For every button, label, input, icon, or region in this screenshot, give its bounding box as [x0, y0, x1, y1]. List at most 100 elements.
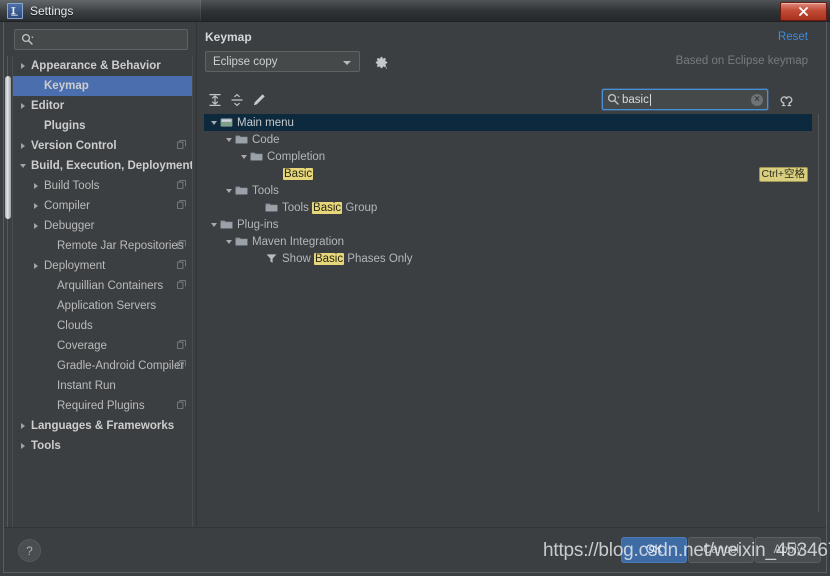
sidebar-item-label: Editor — [31, 100, 65, 112]
sidebar-item-version-control[interactable]: Version Control — [13, 136, 192, 156]
sidebar-item-label: Appearance & Behavior — [31, 60, 161, 72]
sidebar-item-tools[interactable]: Tools — [13, 436, 192, 456]
sidebar-item-clouds[interactable]: Clouds — [13, 316, 192, 336]
expand-all-button[interactable] — [205, 90, 225, 110]
dialog-content: Appearance & Behavior Keymap Editor Plugins… — [3, 22, 827, 573]
keymap-tree-row[interactable]: Basic Ctrl+空格 — [204, 165, 812, 182]
project-scope-icon — [177, 360, 186, 369]
sidebar-item-languages-frameworks[interactable]: Languages & Frameworks — [13, 416, 192, 436]
sidebar-item-required-plugins[interactable]: Required Plugins — [13, 396, 192, 416]
chevron-down-icon[interactable] — [223, 185, 235, 197]
sidebar-item-appearance-behavior[interactable]: Appearance & Behavior — [13, 56, 192, 76]
keymap-dropdown-value: Eclipse copy — [213, 55, 278, 68]
chevron-right-icon[interactable] — [30, 261, 41, 272]
sidebar-search-input[interactable] — [37, 32, 171, 47]
sidebar-item-build-execution-deployment[interactable]: Build, Execution, Deployment — [13, 156, 192, 176]
sidebar-item-application-servers[interactable]: Application Servers — [13, 296, 192, 316]
sidebar-item-arquillian-containers[interactable]: Arquillian Containers — [13, 276, 192, 296]
find-by-shortcut-button[interactable] — [776, 90, 796, 110]
main-menu-icon — [220, 117, 234, 129]
chevron-right-icon[interactable] — [30, 221, 41, 232]
keymap-tree-row-label: Main menu — [237, 116, 294, 129]
chevron-down-icon[interactable] — [208, 117, 220, 129]
keymap-tree-row-label: Basic — [283, 167, 314, 180]
chevron-right-icon[interactable] — [17, 101, 28, 112]
reset-link[interactable]: Reset — [778, 31, 808, 43]
chevron-right-icon[interactable] — [30, 181, 41, 192]
keymap-toolbar: basic × — [200, 86, 826, 114]
close-icon — [799, 7, 808, 16]
search-icon — [607, 93, 620, 106]
dialog-footer: ? OK Cancel Apply — [4, 527, 826, 572]
chevron-right-icon[interactable] — [30, 201, 41, 212]
chevron-right-icon[interactable] — [17, 141, 28, 152]
filter-icon — [265, 253, 279, 265]
sidebar-item-debugger[interactable]: Debugger — [13, 216, 192, 236]
close-button[interactable] — [780, 2, 827, 21]
keymap-tree-row[interactable]: Completion — [204, 148, 812, 165]
expand-all-icon — [209, 93, 221, 107]
sidebar-scrollbar-thumb[interactable] — [5, 76, 11, 219]
project-scope-icon — [177, 340, 186, 349]
sidebar-item-deployment[interactable]: Deployment — [13, 256, 192, 276]
sidebar-item-instant-run[interactable]: Instant Run — [13, 376, 192, 396]
keymap-settings-button[interactable] — [372, 53, 390, 71]
sidebar-item-remote-jar-repositories[interactable]: Remote Jar Repositories — [13, 236, 192, 256]
sidebar-item-label: Plugins — [44, 120, 86, 132]
chevron-down-icon[interactable] — [17, 161, 28, 172]
keymap-tree-row[interactable]: Maven Integration — [204, 233, 812, 250]
chevron-right-icon[interactable] — [17, 421, 28, 432]
keymap-tree-row[interactable]: Code — [204, 131, 812, 148]
pencil-edit-icon — [254, 94, 265, 106]
sidebar-item-editor[interactable]: Editor — [13, 96, 192, 116]
sidebar-item-build-tools[interactable]: Build Tools — [13, 176, 192, 196]
sidebar-item-label: Remote Jar Repositories — [57, 240, 184, 252]
keymap-tree-row[interactable]: Show Basic Phases Only — [204, 250, 812, 267]
keymap-tree: Main menu Code Completion Basic Ctrl+空格 Tools… — [204, 114, 812, 512]
collapse-all-icon — [231, 94, 243, 106]
folder-icon — [235, 185, 249, 197]
keymap-tree-row-label: Maven Integration — [252, 235, 345, 248]
keymap-tree-row[interactable]: Plug-ins — [204, 216, 812, 233]
sidebar-item-gradle-android-compiler[interactable]: Gradle-Android Compiler — [13, 356, 192, 376]
sidebar-item-label: Required Plugins — [57, 400, 145, 412]
keymap-dropdown[interactable]: Eclipse copy — [205, 51, 360, 72]
gear-icon — [375, 56, 387, 69]
chevron-down-icon[interactable] — [238, 151, 250, 163]
sidebar-item-keymap[interactable]: Keymap — [13, 76, 192, 96]
cancel-button[interactable]: Cancel — [688, 537, 754, 563]
chevron-right-icon[interactable] — [17, 441, 28, 452]
sidebar-item-compiler[interactable]: Compiler — [13, 196, 192, 216]
chevron-down-icon[interactable] — [208, 219, 220, 231]
edit-shortcut-button[interactable] — [249, 90, 269, 110]
sidebar-item-plugins[interactable]: Plugins — [13, 116, 192, 136]
sidebar-item-label: Application Servers — [57, 300, 157, 312]
clear-search-button[interactable]: × — [751, 94, 763, 106]
sidebar-search-box[interactable] — [14, 29, 188, 50]
apply-button[interactable]: Apply — [755, 537, 821, 563]
keymap-scrollbar[interactable] — [814, 114, 824, 512]
sidebar-item-label: Build, Execution, Deployment — [31, 160, 193, 172]
chevron-right-icon[interactable] — [17, 61, 28, 72]
keymap-tree-row[interactable]: Tools Basic Group — [204, 199, 812, 216]
project-scope-icon — [177, 180, 186, 189]
folder-icon — [235, 236, 249, 248]
help-button[interactable]: ? — [18, 539, 41, 562]
keymap-search-box[interactable]: basic × — [602, 89, 768, 110]
chevron-down-icon[interactable] — [223, 134, 235, 146]
sidebar-scrollbar[interactable] — [4, 56, 12, 543]
chevron-down-icon[interactable] — [223, 236, 235, 248]
collapse-all-button[interactable] — [227, 90, 247, 110]
sidebar-item-label: Arquillian Containers — [57, 280, 164, 292]
keymap-tree-row[interactable]: Main menu — [204, 114, 812, 131]
settings-sidebar: Appearance & Behavior Keymap Editor Plugins… — [4, 22, 196, 550]
sidebar-item-coverage[interactable]: Coverage — [13, 336, 192, 356]
sidebar-item-label: Gradle-Android Compiler — [57, 360, 185, 372]
keymap-tree-row[interactable]: Tools — [204, 182, 812, 199]
ok-button[interactable]: OK — [621, 537, 687, 563]
